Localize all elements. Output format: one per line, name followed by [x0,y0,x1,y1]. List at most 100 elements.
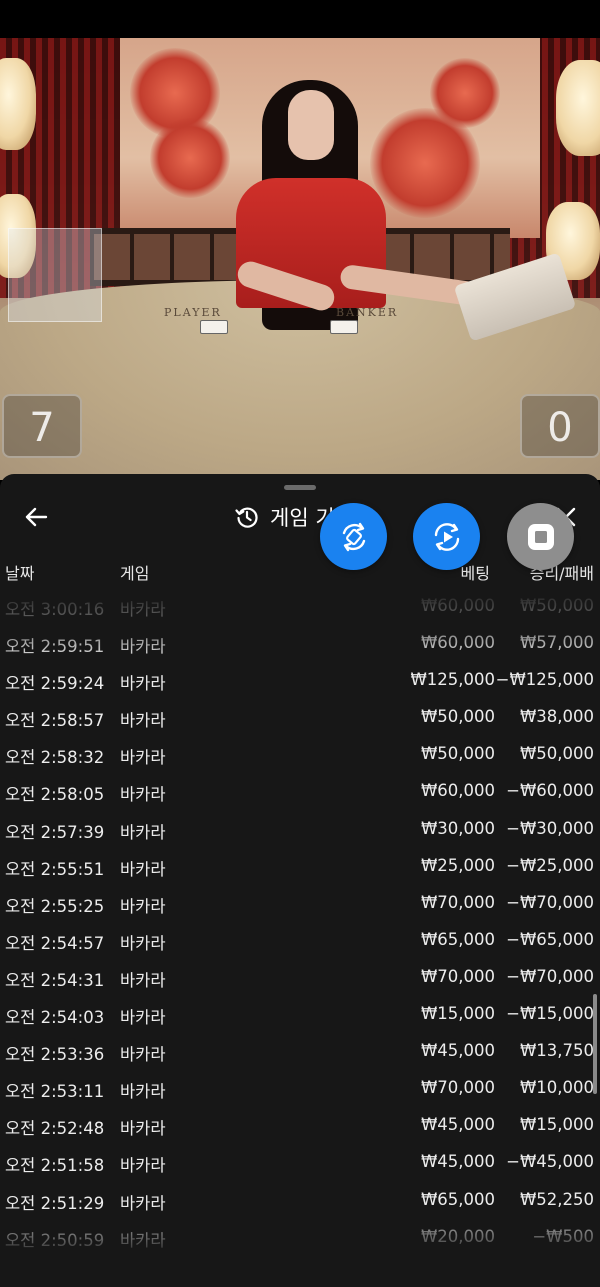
replay-video-button[interactable] [413,503,480,570]
rotate-screen-button[interactable] [320,503,387,570]
player-score: 7 [2,394,82,458]
cell-game: 바카라 [120,933,166,953]
cell-bet: ₩15,000 [420,1004,495,1024]
table-label-banker: BANKER [336,306,399,319]
game-history-panel: 게임 기 날짜 게임 베팅 승리/패배 오전 3:00:16 바카라 ₩60,000… [0,474,600,1287]
table-card [330,320,358,334]
cell-game: 바카라 [120,711,166,731]
table-row[interactable]: 오전 2:54:03 바카라 ₩15,000 −₩15,000 [0,996,600,1033]
history-table: 오전 3:00:16 바카라 ₩60,000 ₩50,000 오전 2:59:51 바카… [0,588,600,1256]
cell-result: ₩13,750 [519,1041,594,1061]
cell-bet: ₩30,000 [420,818,495,838]
cell-result: ₩52,250 [519,1189,594,1209]
table-row[interactable]: 오전 2:54:31 바카라 ₩70,000 −₩70,000 [0,959,600,996]
cell-result: −₩45,000 [506,1152,594,1172]
cell-bet: ₩25,000 [420,855,495,875]
table-row[interactable]: 오전 2:59:51 바카라 ₩60,000 ₩57,000 [0,625,600,662]
cell-result: ₩38,000 [519,707,594,727]
table-row[interactable]: 오전 2:51:58 바카라 ₩45,000 −₩45,000 [0,1144,600,1181]
cell-game: 바카라 [120,1230,166,1250]
table-row[interactable]: 오전 2:57:39 바카라 ₩30,000 −₩30,000 [0,811,600,848]
table-row[interactable]: 오전 2:54:57 바카라 ₩65,000 −₩65,000 [0,922,600,959]
cell-date: 오전 2:53:11 [5,1082,105,1102]
table-row[interactable]: 오전 2:58:57 바카라 ₩50,000 ₩38,000 [0,699,600,736]
cell-game: 바카라 [120,1193,166,1213]
table-card [200,320,228,334]
cell-bet: ₩60,000 [420,596,495,615]
cell-date: 오전 2:55:25 [5,896,105,916]
card-holder [8,228,102,322]
cell-result: ₩10,000 [519,1078,594,1098]
drag-handle[interactable] [284,485,316,490]
scrollbar[interactable] [593,994,597,1094]
cell-bet: ₩50,000 [420,744,495,764]
cell-game: 바카라 [120,822,166,842]
cell-game: 바카라 [120,859,166,879]
stop-record-button[interactable] [507,503,574,570]
table-row[interactable]: 오전 2:55:51 바카라 ₩25,000 −₩25,000 [0,848,600,885]
cell-date: 오전 2:54:31 [5,970,105,990]
cell-game: 바카라 [120,748,166,768]
cell-game: 바카라 [120,1045,166,1065]
cell-bet: ₩125,000 [410,670,495,690]
table-row[interactable]: 오전 2:52:48 바카라 ₩45,000 ₩15,000 [0,1107,600,1144]
lantern [0,58,36,150]
stop-record-icon [527,523,554,550]
cell-game: 바카라 [120,1119,166,1139]
cell-result: −₩70,000 [506,966,594,986]
cell-result: −₩125,000 [495,670,594,690]
cell-bet: ₩65,000 [420,929,495,949]
cell-result: −₩70,000 [506,892,594,912]
cell-date: 오전 2:59:24 [5,674,105,694]
cell-date: 오전 2:58:32 [5,748,105,768]
cell-result: −₩25,000 [506,855,594,875]
table-row[interactable]: 오전 2:59:24 바카라 ₩125,000 −₩125,000 [0,662,600,699]
cell-date: 오전 2:51:29 [5,1193,105,1213]
table-row[interactable]: 오전 2:58:32 바카라 ₩50,000 ₩50,000 [0,736,600,773]
cell-game: 바카라 [120,637,166,657]
cell-bet: ₩70,000 [420,966,495,986]
rotate-screen-icon [342,522,365,551]
cell-bet: ₩50,000 [420,707,495,727]
back-button[interactable] [18,502,54,532]
panel-header: 게임 기 [234,500,335,534]
table-row[interactable]: 오전 2:50:59 바카라 ₩20,000 −₩500 [0,1219,600,1256]
column-header-date: 날짜 [5,564,35,583]
blossom-decoration [430,58,500,128]
table-row[interactable]: 오전 2:51:29 바카라 ₩65,000 ₩52,250 [0,1182,600,1219]
cell-bet: ₩45,000 [420,1115,495,1135]
cell-game: 바카라 [120,674,166,694]
cell-result: −₩60,000 [506,781,594,801]
cell-result: ₩50,000 [519,744,594,764]
cell-date: 오전 2:54:03 [5,1008,105,1028]
cell-result: ₩50,000 [519,596,594,615]
lantern [556,60,600,156]
cell-bet: ₩60,000 [420,781,495,801]
cell-date: 오전 2:50:59 [5,1230,105,1250]
table-row[interactable]: 오전 2:53:11 바카라 ₩70,000 ₩10,000 [0,1070,600,1107]
cell-game: 바카라 [120,896,166,916]
cell-game: 바카라 [120,1082,166,1102]
cell-bet: ₩20,000 [420,1226,495,1246]
cell-date: 오전 2:53:36 [5,1045,105,1065]
cell-game: 바카라 [120,1156,166,1176]
dealer-face [288,90,334,160]
cell-result: −₩500 [532,1226,594,1246]
cell-date: 오전 2:55:51 [5,859,105,879]
cell-result: −₩15,000 [506,1004,594,1024]
cell-game: 바카라 [120,970,166,990]
table-row[interactable]: 오전 3:00:16 바카라 ₩60,000 ₩50,000 [0,588,600,625]
cell-bet: ₩45,000 [420,1041,495,1061]
table-row[interactable]: 오전 2:55:25 바카라 ₩70,000 −₩70,000 [0,885,600,922]
table-row[interactable]: 오전 2:58:05 바카라 ₩60,000 −₩60,000 [0,773,600,810]
cell-game: 바카라 [120,600,166,619]
table-row[interactable]: 오전 2:53:36 바카라 ₩45,000 ₩13,750 [0,1033,600,1070]
cell-date: 오전 3:00:16 [5,600,105,619]
cell-date: 오전 2:52:48 [5,1119,105,1139]
cell-bet: ₩60,000 [420,633,495,653]
cell-bet: ₩70,000 [420,1078,495,1098]
blossom-decoration [150,118,230,198]
cell-date: 오전 2:59:51 [5,637,105,657]
cell-result: −₩30,000 [506,818,594,838]
cell-bet: ₩45,000 [420,1152,495,1172]
